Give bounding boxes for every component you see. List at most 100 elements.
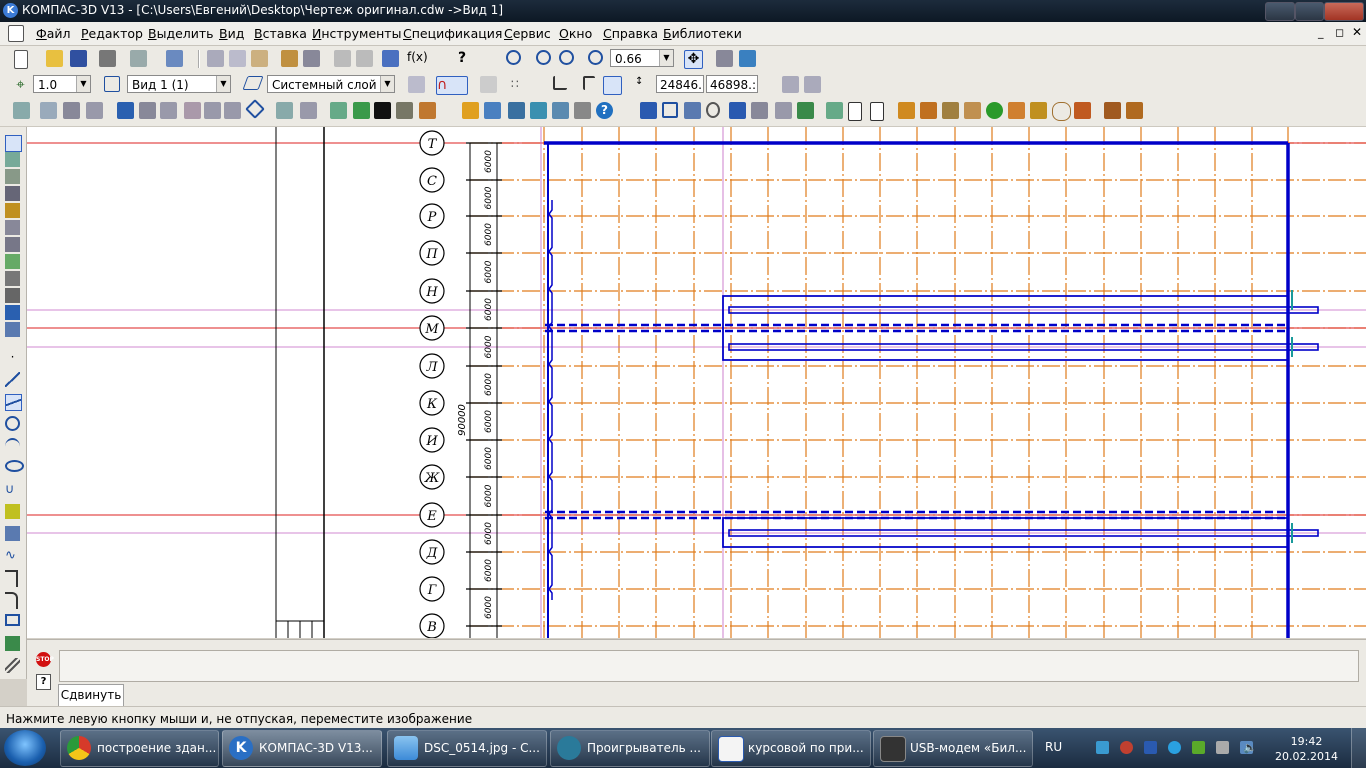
auto-line-icon[interactable] bbox=[5, 504, 20, 519]
print-preview-icon[interactable] bbox=[130, 50, 147, 67]
menu-libraries[interactable]: Библиотеки bbox=[663, 26, 742, 41]
print-icon[interactable] bbox=[99, 50, 116, 67]
tree-icon[interactable] bbox=[484, 102, 501, 119]
segment-icon[interactable] bbox=[5, 394, 22, 411]
local-snap-icon[interactable] bbox=[480, 76, 497, 93]
fx-icon[interactable]: f(x) bbox=[407, 50, 428, 67]
stair-icon[interactable] bbox=[706, 102, 720, 118]
doc-restore-button[interactable]: ◻ bbox=[1335, 26, 1344, 39]
menu-file[interactable]: Файл bbox=[36, 26, 71, 41]
page2-icon[interactable] bbox=[870, 102, 884, 121]
redo-icon[interactable] bbox=[356, 50, 373, 67]
view-icon[interactable] bbox=[104, 76, 120, 92]
plant-icon[interactable] bbox=[942, 102, 959, 119]
page-icon[interactable] bbox=[848, 102, 862, 121]
step-combo[interactable]: 1.0 ▼ bbox=[33, 75, 91, 93]
door-icon[interactable] bbox=[684, 102, 701, 119]
hatch-tool-icon[interactable] bbox=[5, 526, 20, 541]
question-icon[interactable]: ? bbox=[596, 102, 613, 119]
task-word[interactable]: курсовой по при... bbox=[711, 730, 871, 767]
layer-icon[interactable] bbox=[242, 76, 264, 90]
task-media-player[interactable]: Проигрыватель ... bbox=[550, 730, 710, 767]
parameters-icon[interactable] bbox=[408, 76, 425, 93]
menu-edit[interactable]: Редактор bbox=[81, 26, 143, 41]
cabinet-icon[interactable] bbox=[920, 102, 937, 119]
coord-x-field[interactable]: 24846. bbox=[656, 75, 704, 93]
mirror-icon[interactable] bbox=[86, 102, 103, 119]
stamp-icon[interactable] bbox=[775, 102, 792, 119]
coord-y-field[interactable]: 46898.: bbox=[706, 75, 758, 93]
symbols-tab-icon[interactable] bbox=[5, 169, 20, 184]
variables-icon[interactable] bbox=[382, 50, 399, 67]
report-icon[interactable] bbox=[797, 102, 814, 119]
fragment-tab-icon[interactable] bbox=[5, 322, 20, 337]
furniture-icon[interactable] bbox=[898, 102, 915, 119]
save-icon[interactable] bbox=[70, 50, 87, 67]
maximize-button[interactable] bbox=[1295, 2, 1324, 21]
spline-icon[interactable]: ∿ bbox=[5, 548, 20, 563]
tree-plant-icon[interactable] bbox=[986, 102, 1003, 119]
task-usb-modem[interactable]: USB-модем «Бил... bbox=[873, 730, 1033, 767]
array-icon[interactable] bbox=[63, 102, 80, 119]
text-icon[interactable] bbox=[117, 102, 134, 119]
table-icon[interactable] bbox=[139, 102, 156, 119]
fence-icon[interactable] bbox=[1104, 102, 1121, 119]
circle-icon[interactable] bbox=[5, 416, 20, 431]
polygon-icon[interactable] bbox=[5, 636, 20, 651]
doc-close-button[interactable]: ✕ bbox=[1352, 25, 1362, 39]
copy-icon[interactable] bbox=[229, 50, 246, 67]
ortho-icon[interactable] bbox=[583, 76, 595, 90]
redraw-icon[interactable] bbox=[739, 50, 756, 67]
menu-window[interactable]: Окно bbox=[559, 26, 592, 41]
context-help-icon[interactable]: ? bbox=[458, 50, 475, 67]
library-icon[interactable] bbox=[508, 102, 525, 119]
usb-icon[interactable] bbox=[1216, 741, 1229, 754]
opening-icon[interactable] bbox=[729, 102, 746, 119]
list-icon[interactable] bbox=[303, 50, 320, 67]
drawing-area[interactable]: 6000 6000 6000 6000 6000 6000 6000 6000 6000 6000… bbox=[27, 127, 1366, 638]
param-tab-icon[interactable] bbox=[5, 203, 20, 218]
zoom-window-icon[interactable] bbox=[506, 50, 521, 65]
command-tab-pan[interactable]: Сдвинуть bbox=[58, 684, 124, 706]
minimize-button[interactable] bbox=[1265, 2, 1295, 21]
format-brush-icon[interactable] bbox=[281, 50, 298, 67]
menu-view[interactable]: Вид bbox=[219, 26, 244, 41]
zoom-combo[interactable]: 0.66 ▼ bbox=[610, 49, 674, 67]
rhombus-icon[interactable] bbox=[245, 99, 265, 119]
wall-icon[interactable] bbox=[640, 102, 657, 119]
clock[interactable]: 19:42 20.02.2014 bbox=[1275, 734, 1338, 764]
reports-tab-icon[interactable] bbox=[5, 288, 20, 303]
bezier-icon[interactable]: ∪ bbox=[5, 482, 20, 497]
menu-specification[interactable]: Спецификация bbox=[403, 26, 502, 41]
pencil-icon[interactable] bbox=[826, 102, 843, 119]
zoom-in-icon[interactable] bbox=[536, 50, 551, 65]
menu-tools[interactable]: Инструменты bbox=[312, 26, 401, 41]
rectangle-icon[interactable] bbox=[5, 614, 20, 626]
round-icon[interactable] bbox=[603, 76, 622, 95]
sofa-icon[interactable] bbox=[1126, 102, 1143, 119]
associative-tab-icon[interactable] bbox=[5, 254, 20, 269]
document-icon[interactable] bbox=[8, 25, 24, 42]
leader-icon[interactable] bbox=[160, 102, 177, 119]
house-icon[interactable] bbox=[964, 102, 981, 119]
menu-insert[interactable]: Вставка bbox=[254, 26, 307, 41]
edit-icon[interactable] bbox=[804, 76, 821, 93]
local-cs-icon[interactable] bbox=[553, 76, 567, 90]
tools-icon[interactable] bbox=[552, 102, 569, 119]
arrow-icon[interactable] bbox=[204, 102, 221, 119]
nvidia-icon[interactable] bbox=[1192, 741, 1205, 754]
column-icon[interactable] bbox=[396, 102, 413, 119]
zoom-scale-icon[interactable] bbox=[588, 50, 603, 65]
measure-icon[interactable] bbox=[300, 102, 317, 119]
drawing-canvas[interactable]: 6000 6000 6000 6000 6000 6000 6000 6000 6000 6000… bbox=[27, 127, 1366, 638]
arc-icon[interactable] bbox=[5, 438, 20, 455]
volume-icon[interactable]: 🔈 bbox=[1243, 741, 1257, 754]
task-chrome[interactable]: построение здан... bbox=[60, 730, 219, 767]
cursor-list-icon[interactable] bbox=[782, 76, 799, 93]
cut-icon[interactable] bbox=[207, 50, 224, 67]
b-icon[interactable] bbox=[1144, 741, 1157, 754]
show-desktop-button[interactable] bbox=[1351, 728, 1366, 768]
menu-select[interactable]: Выделить bbox=[148, 26, 214, 41]
grid-icon[interactable]: ∷ bbox=[511, 76, 528, 93]
ellipse-icon[interactable] bbox=[5, 460, 24, 472]
